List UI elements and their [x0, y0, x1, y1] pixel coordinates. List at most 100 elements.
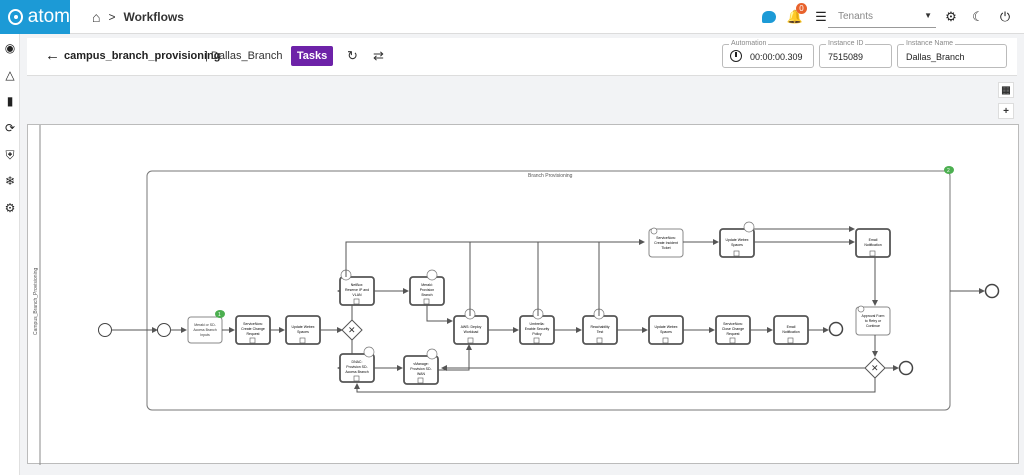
task-label: Update Webex — [654, 325, 677, 329]
flow-arrow — [438, 344, 472, 371]
power-icon[interactable]: ⏻ — [994, 6, 1016, 28]
task-label: to Retry or — [865, 319, 882, 323]
instance-name-field: Instance Name Dallas_Branch — [897, 40, 1007, 68]
bell-icon[interactable]: 🔔 0 — [784, 3, 807, 28]
task-label: Provision SD- — [346, 365, 368, 369]
subprocess-box — [146, 170, 951, 411]
instance-name-label: Instance Name — [904, 40, 956, 47]
end-event-retry — [898, 360, 914, 376]
task-label: Email — [869, 238, 878, 242]
breadcrumb: ⌂ > Workflows — [92, 9, 184, 25]
task-label: Reachability — [590, 325, 609, 329]
task-servicenow-close-change: ServiceNow: Close Change Request — [715, 315, 751, 345]
snowflake-icon[interactable]: ❄ — [3, 174, 17, 188]
task-label: Access Branch — [345, 370, 368, 374]
task-label: Branch — [421, 293, 432, 297]
dashboard-icon[interactable]: ◉ — [3, 41, 17, 55]
task-label: Close Change — [722, 327, 744, 331]
chevron-down-icon: ▼ — [924, 11, 932, 20]
task-reachability: Reachability Test — [582, 308, 618, 345]
exclusive-gateway: ✕ — [864, 357, 886, 379]
flow-arrow — [426, 305, 453, 324]
task-servicenow-create-change: ServiceNow: Create Change Request — [235, 315, 271, 345]
atom-logo[interactable]: atom — [0, 0, 70, 34]
task-label: Provision — [420, 288, 434, 292]
task-label: ServiceNow: — [656, 236, 676, 240]
task-netbox: NetBox: Reserve IP and VLAN — [339, 269, 375, 306]
top-bar: atom ⌂ > Workflows 🔔 0 ☰ Tenants ▼ ⚙ ☾ ⏻ — [0, 0, 1024, 34]
instance-id-field: Instance ID 7515089 — [819, 40, 892, 68]
parallel-gateway: ✕ — [341, 319, 363, 341]
task-label: Workload — [464, 330, 479, 334]
task-label: Notification — [864, 243, 881, 247]
breadcrumb-current: Workflows — [123, 10, 184, 24]
subprocess-start-event — [157, 323, 171, 337]
task-label: Inputs — [200, 333, 210, 337]
task-label: Ticket — [661, 246, 670, 250]
task-update-webex-1: Update Webex Spaces — [285, 315, 321, 345]
task-label: AWS: Deploy — [461, 325, 482, 329]
task-label: Update Webex — [725, 238, 748, 242]
task-approval-form: Approval Form to Retry or Continue — [855, 305, 891, 336]
workflow-title: campus_branch_provisioning — [64, 50, 221, 62]
task-update-webex-2: Update Webex Spaces — [648, 315, 684, 345]
end-event — [984, 283, 1000, 299]
sync-icon[interactable]: ⇄ — [373, 48, 384, 64]
gear-icon[interactable]: ⚙ — [3, 201, 17, 215]
subprocess-badge-text: 2 — [947, 168, 950, 174]
atom-logo-icon — [8, 9, 23, 25]
user-settings-icon[interactable]: ⚙ — [940, 6, 962, 28]
tenant-select[interactable]: Tenants ▼ — [828, 6, 936, 28]
task-label: DNAC: — [352, 360, 363, 364]
devices-icon[interactable]: △ — [3, 68, 17, 82]
tasks-button[interactable]: Tasks — [291, 46, 333, 66]
network-icon[interactable]: ⟳ — [3, 121, 17, 135]
end-event-success — [828, 321, 844, 337]
back-arrow-icon[interactable]: ← — [45, 47, 60, 64]
task-email-2: Email Notification — [855, 228, 891, 258]
breadcrumb-separator: > — [108, 10, 116, 24]
clock-icon — [730, 50, 742, 62]
task-label: VLAN — [352, 293, 362, 297]
refresh-icon[interactable]: ↻ — [347, 48, 358, 64]
task-label: Create Change — [241, 327, 265, 331]
automation-value: 00:00:00.309 — [750, 52, 803, 62]
task-label: Spaces — [731, 243, 743, 247]
instance-id-value: 7515089 — [828, 52, 864, 62]
task-label: Request — [246, 332, 259, 336]
bpmn-diagram: Campus_Branch_Provisioning Branch Provis… — [33, 125, 1000, 465]
tenant-placeholder: Tenants — [838, 11, 874, 22]
zoom-in-button[interactable]: + — [998, 103, 1014, 119]
shield-icon[interactable]: ⛨ — [3, 148, 17, 162]
task-umbrella: Umbrella: Enable Security Policy — [519, 308, 555, 345]
task-email-1: Email Notification — [773, 315, 809, 345]
pool-label: Campus_Branch_Provisioning — [33, 268, 39, 335]
task-label: Policy — [532, 332, 542, 336]
task-label: NetBox: — [351, 283, 363, 287]
task-label: Access Branch — [193, 328, 216, 332]
dark-mode-icon[interactable]: ☾ — [967, 6, 989, 28]
task-servicenow-incident: ServiceNow: Create Incident Ticket — [648, 227, 684, 258]
task-label: vManage: — [413, 362, 428, 366]
chat-icon[interactable] — [758, 6, 780, 28]
task-label: Provision SD- — [410, 367, 432, 371]
automation-field: Automation 00:00:00.309 — [722, 40, 814, 68]
task-label: Test — [597, 330, 603, 334]
task-label: Approval Form — [862, 314, 885, 318]
task-label: Update Webex — [291, 325, 314, 329]
task-label: Reserve IP and — [345, 288, 369, 292]
automation-label: Automation — [729, 40, 769, 47]
workflow-canvas[interactable]: Campus_Branch_Provisioning Branch Provis… — [27, 124, 1019, 465]
sidebar: ◉ △ ▮ ⟳ ⛨ ❄ ⚙ — [0, 34, 20, 475]
task-label: ServiceNow: — [243, 322, 263, 326]
task-label: Request — [726, 332, 739, 336]
task-label: Umbrella: — [530, 322, 545, 326]
task-vmanage: vManage: Provision SD- WAN — [403, 348, 439, 385]
instance-name-value: Dallas_Branch — [906, 52, 965, 62]
task-meraki: Meraki: Provision Branch — [409, 269, 445, 306]
analytics-icon[interactable]: ▮ — [3, 94, 17, 108]
home-icon[interactable]: ⌂ — [92, 9, 100, 25]
map-icon[interactable]: ▦ — [998, 82, 1014, 98]
task-inputs: 1 Meraki or SD- Access Branch Inputs — [187, 310, 225, 344]
svg-text:✕: ✕ — [871, 363, 879, 373]
